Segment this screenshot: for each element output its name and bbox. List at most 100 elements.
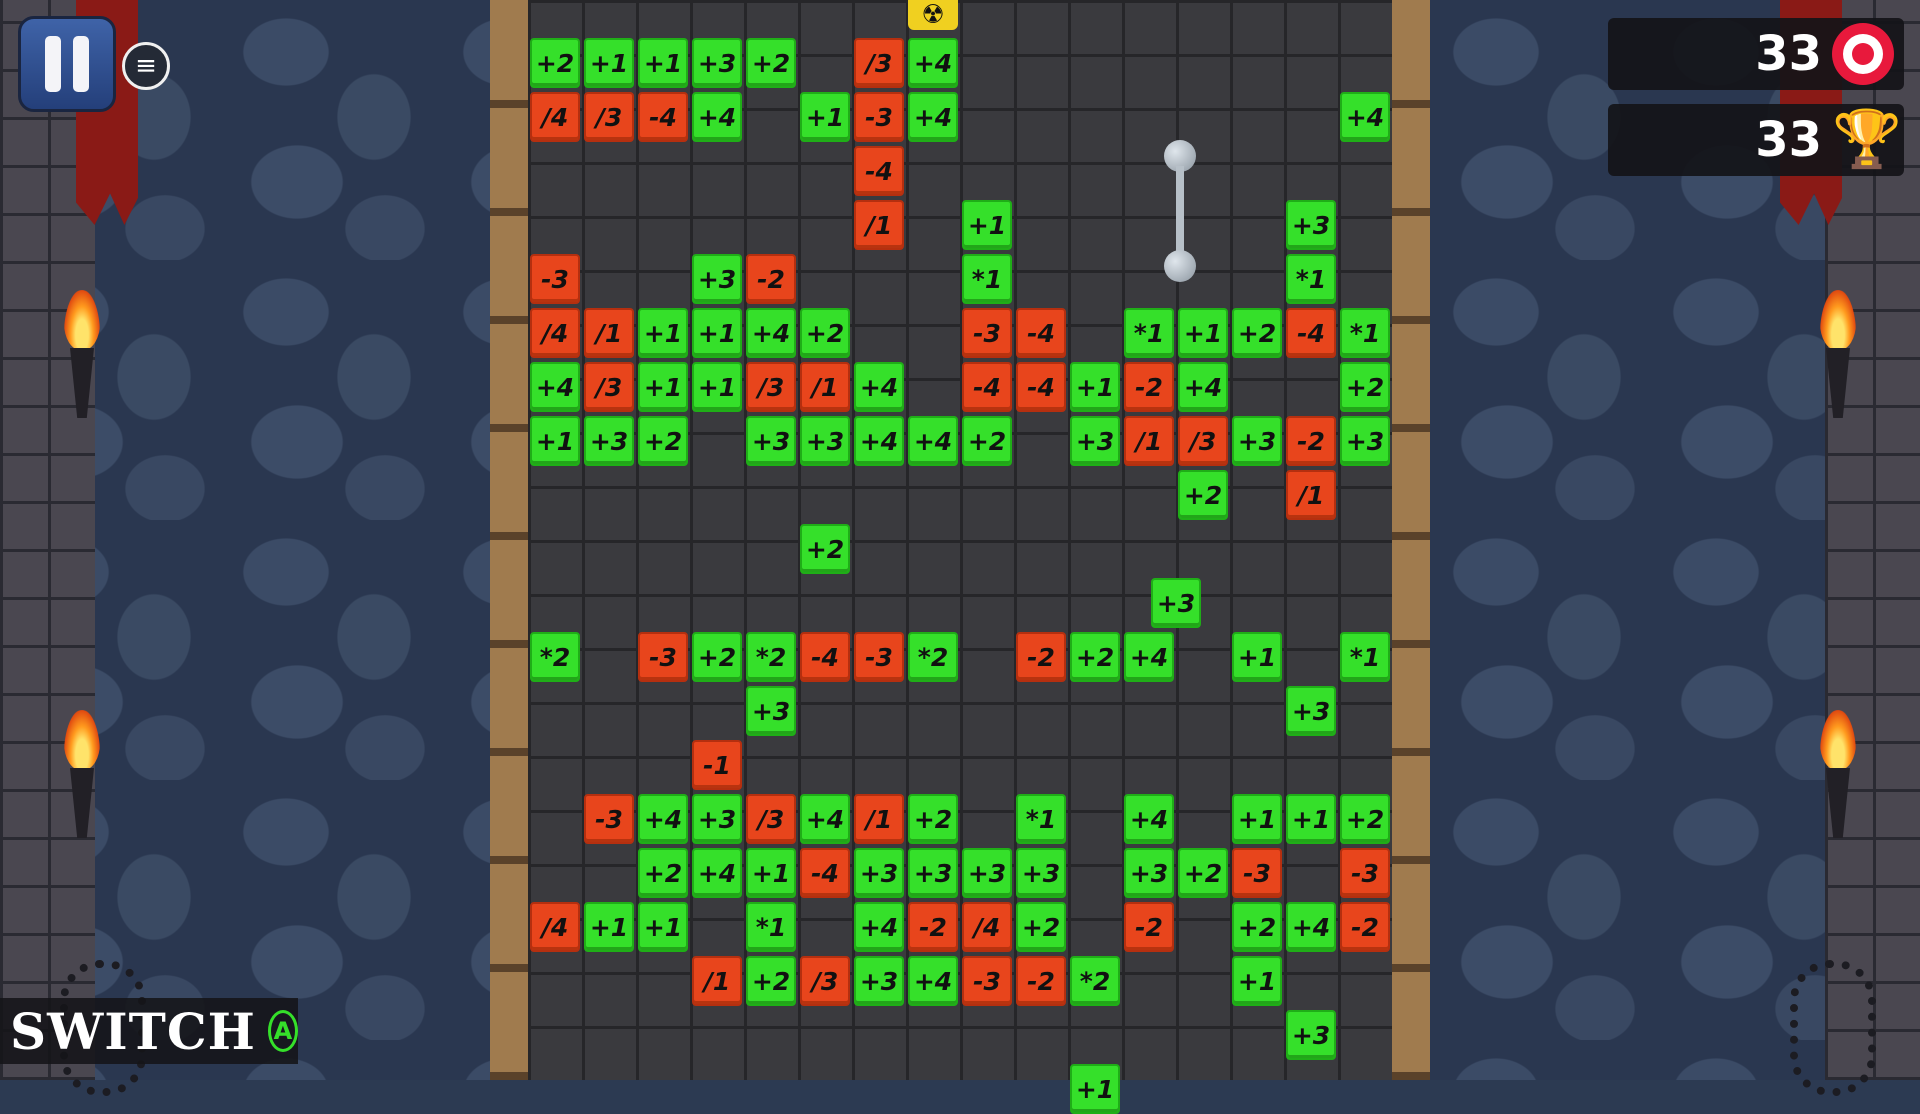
board-tile[interactable]: -3 <box>962 956 1012 1006</box>
board-tile[interactable]: /3 <box>800 956 850 1006</box>
board-tile[interactable]: +1 <box>1232 632 1282 682</box>
board-tile[interactable]: +2 <box>1178 848 1228 898</box>
board-tile[interactable]: +2 <box>962 416 1012 466</box>
board-tile[interactable]: +1 <box>530 416 580 466</box>
board-tile[interactable]: *1 <box>746 902 796 952</box>
board-tile[interactable]: +2 <box>746 38 796 88</box>
board-tile[interactable]: +2 <box>530 38 580 88</box>
board-tile[interactable]: /3 <box>746 794 796 844</box>
board-tile[interactable]: -3 <box>530 254 580 304</box>
menu-button[interactable]: ≡ <box>122 42 170 90</box>
board-tile[interactable]: +4 <box>908 92 958 142</box>
board-tile[interactable]: /3 <box>746 362 796 412</box>
board-tile[interactable]: -4 <box>962 362 1012 412</box>
board-tile[interactable]: +2 <box>800 524 850 574</box>
board-tile[interactable]: +1 <box>638 902 688 952</box>
board-tile[interactable]: +1 <box>638 38 688 88</box>
board-tile[interactable]: +3 <box>1124 848 1174 898</box>
tile-grid[interactable]: +2 +1 +1 +3 +2/3 +4/4/3 -4 +4 +1 -3 +4 +4 -4/1 +1 +3 -3… <box>528 0 1392 1114</box>
board-tile[interactable]: /4 <box>962 902 1012 952</box>
board-tile[interactable]: +3 <box>1340 416 1390 466</box>
board-tile[interactable]: *2 <box>530 632 580 682</box>
board-tile[interactable]: +1 <box>1232 794 1282 844</box>
board-tile[interactable]: +1 <box>746 848 796 898</box>
board-tile[interactable]: -2 <box>1124 362 1174 412</box>
board-tile[interactable]: *1 <box>1340 632 1390 682</box>
board-tile[interactable]: +2 <box>1178 470 1228 520</box>
board-tile[interactable]: -4 <box>638 92 688 142</box>
board-tile[interactable]: /3 <box>584 92 634 142</box>
board-tile[interactable]: +4 <box>800 794 850 844</box>
board-tile[interactable]: -3 <box>854 92 904 142</box>
board-tile[interactable]: +4 <box>1124 632 1174 682</box>
board-tile[interactable]: +4 <box>1340 92 1390 142</box>
board-tile[interactable]: -1 <box>692 740 742 790</box>
board-tile[interactable]: +2 <box>800 308 850 358</box>
board-tile[interactable]: -3 <box>584 794 634 844</box>
board-tile[interactable]: +2 <box>746 956 796 1006</box>
board-tile[interactable]: +1 <box>1286 794 1336 844</box>
board-tile[interactable]: /3 <box>584 362 634 412</box>
board-tile[interactable]: +1 <box>638 308 688 358</box>
board-tile[interactable]: +2 <box>1016 902 1066 952</box>
board-tile[interactable]: +4 <box>854 362 904 412</box>
board-tile[interactable]: -4 <box>800 632 850 682</box>
board-tile[interactable]: +2 <box>908 794 958 844</box>
board-tile[interactable]: +3 <box>1286 200 1336 250</box>
board-tile[interactable]: +3 <box>692 38 742 88</box>
board-tile[interactable]: /1 <box>854 200 904 250</box>
board-tile[interactable]: /1 <box>854 794 904 844</box>
board-tile[interactable]: +4 <box>908 416 958 466</box>
pause-button[interactable] <box>18 16 116 112</box>
switch-control[interactable]: SWITCH A <box>0 998 298 1064</box>
board-tile[interactable]: -2 <box>1340 902 1390 952</box>
board-tile[interactable]: +4 <box>908 38 958 88</box>
board-tile[interactable]: +4 <box>638 794 688 844</box>
board-tile[interactable]: +1 <box>1070 1064 1120 1114</box>
board-tile[interactable]: *2 <box>746 632 796 682</box>
board-tile[interactable]: +3 <box>692 254 742 304</box>
board-tile[interactable]: +1 <box>800 92 850 142</box>
board-tile[interactable]: +3 <box>854 848 904 898</box>
board-tile[interactable]: +3 <box>1070 416 1120 466</box>
board-tile[interactable]: -2 <box>746 254 796 304</box>
board-tile[interactable]: +1 <box>584 902 634 952</box>
board-tile[interactable]: +2 <box>1070 632 1120 682</box>
board-tile[interactable]: +3 <box>746 416 796 466</box>
board-tile[interactable]: +4 <box>908 956 958 1006</box>
board-tile[interactable]: /4 <box>530 308 580 358</box>
board-tile[interactable]: /3 <box>1178 416 1228 466</box>
board-tile[interactable]: -3 <box>1232 848 1282 898</box>
board-tile[interactable]: +3 <box>1286 686 1336 736</box>
board-tile[interactable]: *1 <box>1016 794 1066 844</box>
board-tile[interactable]: +4 <box>854 416 904 466</box>
board-tile[interactable]: +4 <box>1178 362 1228 412</box>
board-tile[interactable]: +2 <box>1340 362 1390 412</box>
board-tile[interactable]: +1 <box>962 200 1012 250</box>
board-tile[interactable]: +3 <box>800 416 850 466</box>
board-tile[interactable]: +2 <box>692 632 742 682</box>
board-tile[interactable]: +3 <box>692 794 742 844</box>
board-tile[interactable]: -3 <box>854 632 904 682</box>
board-tile[interactable]: +2 <box>638 848 688 898</box>
board-tile[interactable]: /1 <box>692 956 742 1006</box>
board-tile[interactable]: /4 <box>530 902 580 952</box>
board-tile[interactable]: +4 <box>746 308 796 358</box>
board-tile[interactable]: +1 <box>692 362 742 412</box>
board-tile[interactable]: *2 <box>1070 956 1120 1006</box>
board-tile[interactable]: +3 <box>962 848 1012 898</box>
board-tile[interactable]: +3 <box>854 956 904 1006</box>
board-tile[interactable]: -2 <box>1286 416 1336 466</box>
board-tile[interactable]: +3 <box>1016 848 1066 898</box>
board-tile[interactable]: -2 <box>908 902 958 952</box>
board-tile[interactable]: +3 <box>1151 578 1201 628</box>
board-tile[interactable]: +4 <box>692 92 742 142</box>
board-tile[interactable]: -2 <box>1016 956 1066 1006</box>
board-tile[interactable]: -4 <box>800 848 850 898</box>
board-tile[interactable]: +3 <box>1232 416 1282 466</box>
board-tile[interactable]: /1 <box>1286 470 1336 520</box>
board-tile[interactable]: /3 <box>854 38 904 88</box>
board-tile[interactable]: +1 <box>692 308 742 358</box>
board-tile[interactable]: -3 <box>1340 848 1390 898</box>
board-tile[interactable]: +4 <box>530 362 580 412</box>
